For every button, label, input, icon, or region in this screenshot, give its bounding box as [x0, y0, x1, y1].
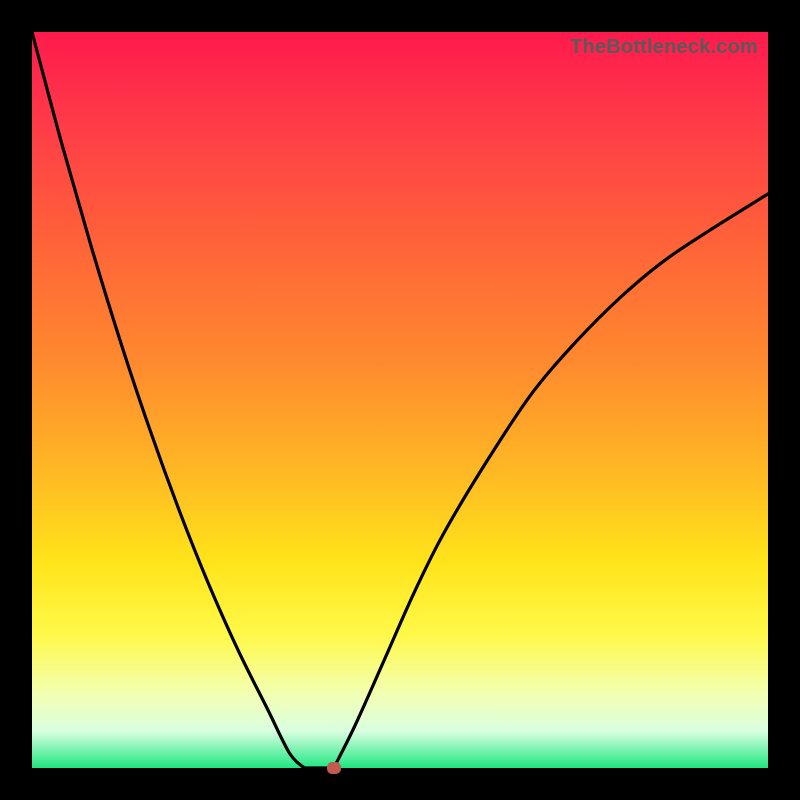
plot-area: TheBottleneck.com — [32, 32, 768, 768]
curve-path — [32, 32, 768, 771]
optimum-marker — [327, 762, 341, 774]
outer-frame: TheBottleneck.com — [0, 0, 800, 800]
bottleneck-curve — [32, 32, 768, 768]
